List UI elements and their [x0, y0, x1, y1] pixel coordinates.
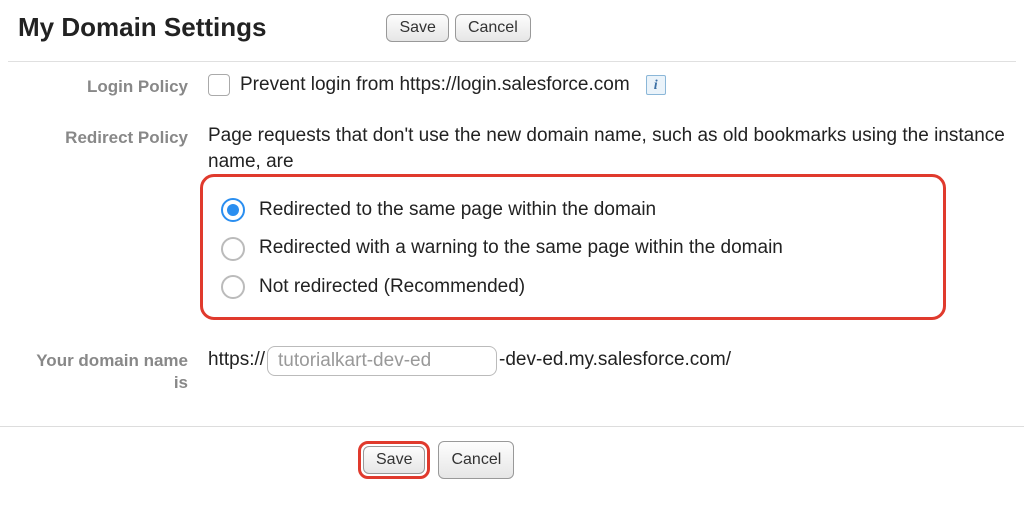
domain-input[interactable]: [267, 346, 497, 376]
redirect-intro-text: Page requests that don't use the new dom…: [208, 123, 1006, 176]
redirect-option-same-page-radio[interactable]: [221, 198, 245, 222]
save-button-bottom[interactable]: Save: [363, 446, 425, 474]
cancel-button-top[interactable]: Cancel: [455, 14, 531, 42]
domain-prefix: https://: [208, 347, 265, 374]
page-title: My Domain Settings: [18, 12, 266, 43]
prevent-login-checkbox[interactable]: [208, 74, 230, 96]
redirect-option-warning-radio[interactable]: [221, 237, 245, 261]
redirect-policy-label: Redirect Policy: [18, 123, 208, 149]
redirect-option-not-redirected-radio[interactable]: [221, 275, 245, 299]
save-button-top[interactable]: Save: [386, 14, 448, 42]
redirect-option-warning-label: Redirected with a warning to the same pa…: [259, 235, 783, 262]
redirect-option-not-redirected-label: Not redirected (Recommended): [259, 274, 525, 301]
domain-suffix: -dev-ed.my.salesforce.com/: [499, 347, 731, 374]
login-policy-label: Login Policy: [18, 72, 208, 98]
redirect-options-highlight: Redirected to the same page within the d…: [200, 174, 946, 320]
header-button-row: Save Cancel: [386, 14, 530, 42]
prevent-login-text: Prevent login from https://login.salesfo…: [240, 72, 630, 99]
info-icon[interactable]: i: [646, 75, 666, 95]
footer: Save Cancel: [0, 426, 1024, 499]
redirect-option-same-page-label: Redirected to the same page within the d…: [259, 197, 656, 224]
domain-name-label: Your domain name is: [18, 346, 208, 394]
cancel-button-bottom[interactable]: Cancel: [438, 441, 514, 479]
save-button-highlight: Save: [358, 441, 430, 479]
